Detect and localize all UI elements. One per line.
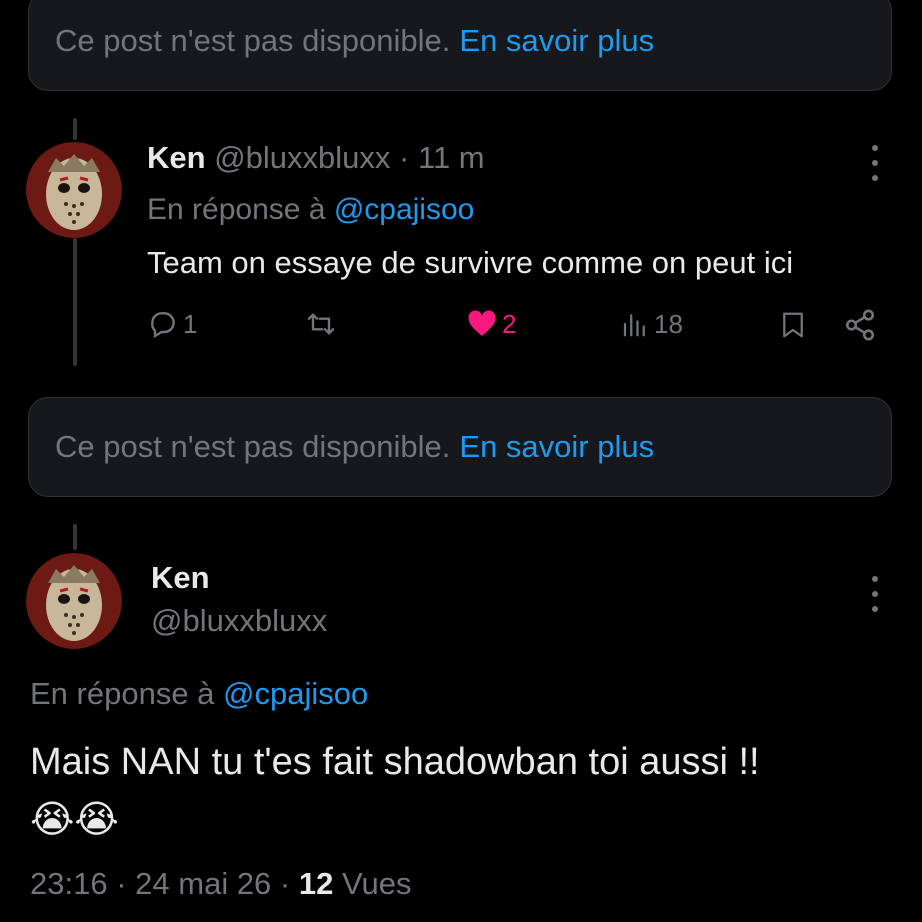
views-count: 18	[654, 308, 683, 339]
separator: ·	[399, 140, 410, 175]
repost-icon	[307, 313, 335, 335]
handle[interactable]: @bluxxbluxx	[214, 140, 390, 175]
bookmark-icon	[783, 312, 803, 338]
bookmark-button[interactable]	[778, 308, 808, 342]
unavailable-post-notice: Ce post n'est pas disponible. En savoir …	[28, 0, 892, 91]
separator: ·	[116, 866, 127, 901]
separator: ·	[279, 866, 291, 901]
like-count: 2	[502, 308, 517, 339]
analytics-icon	[623, 314, 645, 337]
avatar[interactable]	[26, 142, 122, 238]
reply-prefix: En réponse à	[147, 193, 326, 226]
crying-emojis: 😭😭	[30, 799, 119, 841]
reply-prefix: En réponse à	[30, 676, 215, 711]
reply-button[interactable]: 1	[147, 308, 197, 340]
thread-line-top	[73, 118, 77, 140]
reply-to-mention[interactable]: @cpajisoo	[334, 193, 475, 226]
reply-tweet-header: Ken @bluxxbluxx · 11 m	[147, 140, 485, 176]
thread-line-top	[73, 524, 77, 550]
thread-line	[73, 238, 77, 366]
tweet-body: Team on essaye de survivre comme on peut…	[147, 245, 794, 280]
avatar[interactable]	[26, 553, 122, 649]
reply-context: En réponse à @cpajisoo	[147, 193, 474, 227]
views-label: Vues	[341, 866, 412, 901]
timestamp[interactable]: 11 m	[418, 140, 485, 175]
display-name[interactable]: Ken	[147, 140, 206, 175]
unavailable-text: Ce post n'est pas disponible.	[55, 429, 451, 464]
reply-count: 1	[183, 308, 198, 339]
tweet-date[interactable]: 24 mai 26	[135, 866, 271, 901]
learn-more-link[interactable]: En savoir plus	[459, 429, 654, 465]
hockey-mask-avatar-icon	[26, 142, 122, 238]
share-button[interactable]	[843, 308, 877, 342]
heart-icon	[468, 310, 496, 336]
display-name[interactable]: Ken	[151, 560, 210, 596]
unavailable-post-notice: Ce post n'est pas disponible. En savoir …	[28, 397, 892, 497]
more-options-icon[interactable]	[868, 576, 882, 612]
tweet-meta: 23:16 · 24 mai 26 · 12 Vues	[30, 866, 412, 902]
reply-context: En réponse à @cpajisoo	[30, 676, 368, 712]
unavailable-text: Ce post n'est pas disponible.	[55, 23, 451, 58]
handle[interactable]: @bluxxbluxx	[151, 603, 327, 639]
more-options-icon[interactable]	[868, 145, 882, 181]
views-count: 12	[298, 866, 334, 901]
tweet-time[interactable]: 23:16	[30, 866, 108, 901]
learn-more-link[interactable]: En savoir plus	[459, 23, 654, 59]
like-button[interactable]: 2	[466, 308, 516, 340]
reply-to-mention[interactable]: @cpajisoo	[223, 676, 368, 711]
views-button[interactable]: 18	[620, 308, 683, 340]
reply-icon	[151, 312, 175, 339]
repost-button[interactable]	[303, 308, 339, 340]
tweet-body: Mais NAN tu t'es fait shadowban toi auss…	[30, 741, 760, 783]
hockey-mask-avatar-icon	[26, 553, 122, 649]
share-icon	[845, 309, 875, 341]
